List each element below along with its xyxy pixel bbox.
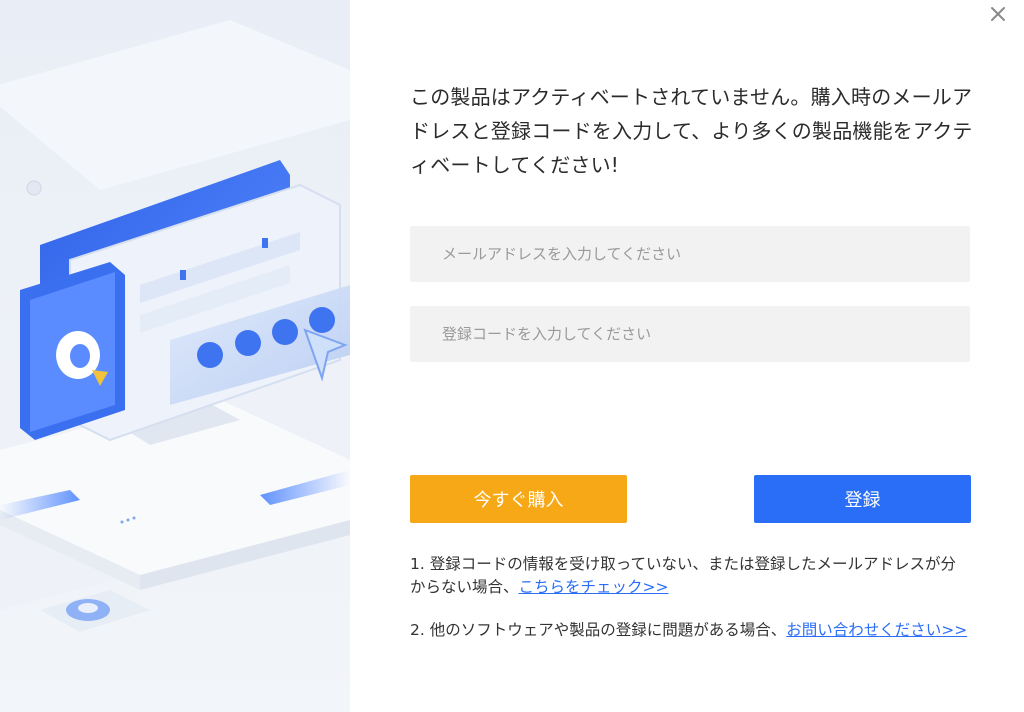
email-field[interactable] — [410, 226, 970, 282]
contact-us-link[interactable]: お問い合わせください>> — [786, 621, 967, 639]
help-note-2-text: 2. 他のソフトウェアや製品の登録に問題がある場合、 — [410, 621, 787, 639]
buy-now-button[interactable]: 今すぐ購入 — [410, 475, 627, 523]
register-button[interactable]: 登録 — [754, 475, 971, 523]
activation-illustration — [0, 0, 350, 712]
activation-dialog: この製品はアクティベートされていません。購入時のメールアドレスと登録コードを入力… — [0, 0, 1024, 712]
registration-code-field[interactable] — [410, 306, 970, 362]
help-note-1-text: 1. 登録コードの情報を受け取っていない、または登録したメールアドレスが分からな… — [410, 555, 956, 596]
illustration-panel — [0, 0, 350, 712]
close-icon — [991, 7, 1005, 21]
check-here-link[interactable]: こちらをチェック>> — [519, 578, 669, 596]
activation-form: この製品はアクティベートされていません。購入時のメールアドレスと登録コードを入力… — [410, 0, 972, 712]
activation-message: この製品はアクティベートされていません。購入時のメールアドレスと登録コードを入力… — [410, 85, 973, 177]
help-note-1: 1. 登録コードの情報を受け取っていない、または登録したメールアドレスが分からな… — [410, 553, 970, 599]
help-note-2: 2. 他のソフトウェアや製品の登録に問題がある場合、お問い合わせください>> — [410, 619, 970, 642]
close-button[interactable] — [984, 2, 1012, 26]
